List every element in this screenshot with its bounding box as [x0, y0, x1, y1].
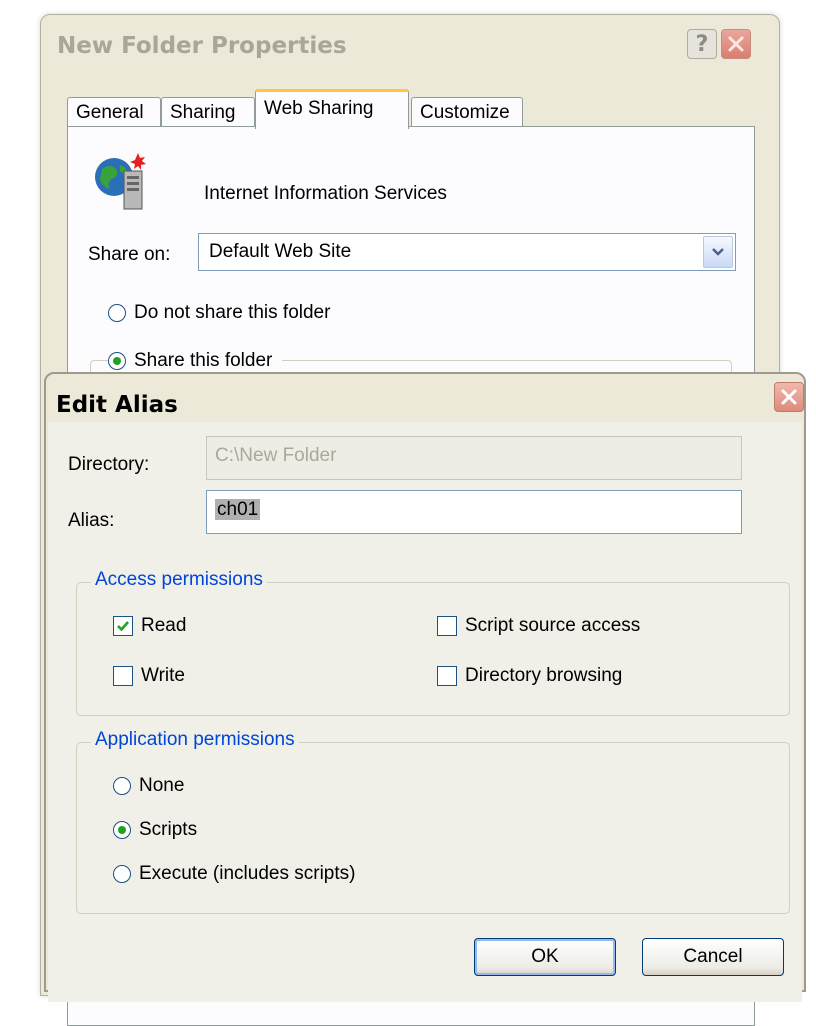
read-checkbox[interactable]	[113, 616, 133, 636]
close-icon	[728, 36, 744, 52]
read-label: Read	[141, 615, 187, 636]
tab-general[interactable]: General	[67, 97, 161, 127]
directory-browsing-checkbox-row[interactable]: Directory browsing	[437, 665, 622, 687]
dropdown-button[interactable]	[703, 236, 733, 268]
radio-none-label: None	[139, 775, 185, 796]
properties-close-button[interactable]	[721, 29, 751, 59]
alias-label: Alias:	[68, 510, 115, 531]
edit-alias-body: Directory: C:\New Folder Alias: ch01 Acc…	[48, 422, 802, 1002]
alias-input[interactable]: ch01	[206, 490, 742, 534]
radio-execute[interactable]: Execute (includes scripts)	[113, 863, 355, 885]
edit-alias-dialog: Edit Alias Directory: C:\New Folder Alia…	[44, 372, 806, 1002]
script-source-checkbox-row[interactable]: Script source access	[437, 615, 640, 637]
write-checkbox[interactable]	[113, 666, 133, 686]
iis-globe-server-icon	[95, 153, 146, 210]
edit-alias-close-button[interactable]	[774, 382, 804, 412]
radio-scripts-label: Scripts	[139, 819, 198, 840]
write-label: Write	[141, 665, 185, 686]
radio-execute-label: Execute (includes scripts)	[139, 863, 356, 884]
tab-customize[interactable]: Customize	[411, 97, 523, 127]
script-source-checkbox[interactable]	[437, 616, 457, 636]
alias-value: ch01	[215, 499, 261, 520]
chevron-down-icon	[712, 248, 724, 256]
application-permissions-group: Application permissions None Scripts Exe…	[76, 729, 790, 914]
radio-button[interactable]	[113, 777, 131, 795]
radio-share[interactable]: Share this folder	[108, 350, 283, 372]
directory-browsing-label: Directory browsing	[465, 665, 623, 686]
radio-button[interactable]	[113, 865, 131, 883]
script-source-label: Script source access	[465, 615, 641, 636]
radio-do-not-share-label: Do not share this folder	[134, 302, 331, 323]
radio-do-not-share[interactable]: Do not share this folder	[108, 302, 330, 324]
checkmark-icon	[117, 621, 129, 632]
radio-none[interactable]: None	[113, 775, 184, 797]
write-checkbox-row[interactable]: Write	[113, 665, 185, 687]
read-checkbox-row[interactable]: Read	[113, 615, 186, 637]
edit-alias-title: Edit Alias	[56, 392, 178, 418]
access-permissions-legend: Access permissions	[91, 569, 267, 591]
radio-share-label: Share this folder	[134, 350, 273, 371]
radio-button-selected[interactable]	[108, 352, 126, 370]
share-on-label: Share on:	[88, 244, 171, 265]
ok-button[interactable]: OK	[474, 938, 616, 976]
directory-field: C:\New Folder	[206, 436, 742, 480]
share-on-dropdown[interactable]: Default Web Site	[198, 233, 736, 271]
radio-button[interactable]	[108, 304, 126, 322]
close-icon	[781, 389, 797, 405]
access-permissions-group: Access permissions Read Write Script sou…	[76, 569, 790, 716]
radio-scripts[interactable]: Scripts	[113, 819, 197, 841]
cancel-button[interactable]: Cancel	[642, 938, 784, 976]
share-on-value: Default Web Site	[209, 241, 352, 262]
directory-value: C:\New Folder	[215, 445, 337, 466]
directory-label: Directory:	[68, 454, 150, 475]
properties-window-title: New Folder Properties	[57, 33, 347, 59]
radio-button-selected[interactable]	[113, 821, 131, 839]
help-icon: ?	[695, 31, 709, 57]
tab-sharing[interactable]: Sharing	[161, 97, 255, 127]
application-permissions-legend: Application permissions	[91, 729, 299, 751]
directory-browsing-checkbox[interactable]	[437, 666, 457, 686]
help-button[interactable]: ?	[687, 29, 717, 59]
service-label: Internet Information Services	[204, 183, 447, 204]
tab-web-sharing[interactable]: Web Sharing	[255, 89, 409, 129]
